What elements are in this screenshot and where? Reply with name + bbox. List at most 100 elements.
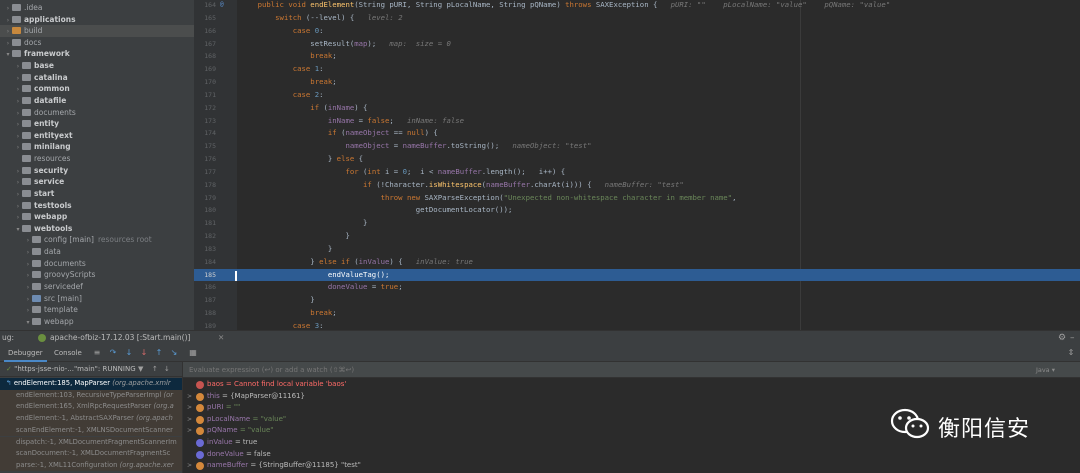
code-line[interactable]: 182 } — [194, 230, 1080, 243]
tree-item[interactable]: ▾ webtools — [0, 223, 194, 235]
code-line[interactable]: 189 case 3: — [194, 320, 1080, 330]
code-line[interactable]: 167 setResult(map); map: size = 0 — [194, 38, 1080, 51]
code-line[interactable]: 166 case 0: — [194, 25, 1080, 38]
tree-item[interactable]: › .idea — [0, 2, 194, 14]
frame-up-icon[interactable]: ↑ — [152, 362, 158, 377]
force-step-into-icon[interactable]: ↓ — [139, 348, 149, 358]
tree-item-label: webtools — [34, 223, 73, 233]
code-line[interactable]: 181 } — [194, 217, 1080, 230]
tree-item[interactable]: › data — [0, 246, 194, 258]
expand-icon[interactable]: > — [187, 425, 195, 437]
code-line[interactable]: 165 switch (--level) { level: 2 — [194, 12, 1080, 25]
tree-item[interactable]: › service — [0, 176, 194, 188]
variable-row[interactable]: baos = Cannot find local variable 'baos' — [183, 379, 1080, 391]
tree-item[interactable]: › src [main] — [0, 293, 194, 305]
variable-row[interactable]: doneValue = false — [183, 449, 1080, 461]
tree-item[interactable]: › minilang — [0, 141, 194, 153]
code-editor[interactable]: 164 @ public void endElement(String pURI,… — [194, 0, 1080, 330]
code-line[interactable]: 187 } — [194, 294, 1080, 307]
expand-icon[interactable]: > — [187, 391, 195, 403]
debug-session-tab[interactable]: apache-ofbiz-17.12.03 [:Start.main()] — [50, 331, 190, 345]
code-line[interactable]: 174 if (nameObject == null) { — [194, 127, 1080, 140]
code-line[interactable]: 164 @ public void endElement(String pURI,… — [194, 0, 1080, 12]
code-token: ; i < — [406, 166, 438, 176]
code-line[interactable]: 175 nameObject = nameBuffer.toString(); … — [194, 140, 1080, 153]
code-line[interactable]: 169 case 1: — [194, 63, 1080, 76]
tree-item[interactable]: › servicedef — [0, 281, 194, 293]
tab-console[interactable]: Console — [50, 344, 86, 362]
thread-selector[interactable]: ✓ "https-jsse-nio-..."main": RUNNING ▼ ↑… — [0, 362, 182, 377]
tree-item[interactable]: › docs — [0, 37, 194, 49]
stack-frame[interactable]: endElement:103, RecursiveTypeParserImpl … — [0, 389, 182, 402]
tree-item[interactable]: › testtools — [0, 200, 194, 212]
code-line[interactable]: 171 case 2: — [194, 89, 1080, 102]
expand-icon[interactable]: > — [187, 460, 195, 472]
language-selector[interactable]: Java ▾ — [1036, 362, 1055, 378]
tree-item[interactable]: › groovyScripts — [0, 269, 194, 281]
code-line[interactable]: 176 } else { — [194, 153, 1080, 166]
filter-icon[interactable]: ▼ — [138, 362, 143, 377]
stack-frame[interactable]: scanDocument:-1, XMLDocumentFragmentSc — [0, 448, 182, 460]
evaluate-icon[interactable]: ▦ — [188, 348, 198, 358]
tree-item[interactable]: › security — [0, 165, 194, 177]
tree-item[interactable]: › catalina — [0, 72, 194, 84]
tree-item[interactable]: › entityext — [0, 130, 194, 142]
close-session-icon[interactable]: ✕ — [218, 331, 224, 345]
run-to-cursor-icon[interactable]: ↘ — [169, 348, 179, 358]
evaluate-expression-input[interactable] — [189, 363, 1009, 377]
tree-item[interactable]: › common — [0, 83, 194, 95]
code-token: (!Character. — [376, 179, 429, 189]
tree-item[interactable]: resources — [0, 153, 194, 165]
code-line[interactable]: 188 break; — [194, 307, 1080, 320]
tree-item[interactable]: ▾ framework — [0, 48, 194, 60]
stack-frame[interactable]: parse:-1, XML11Configuration (org.apache… — [0, 459, 182, 472]
tree-item[interactable]: › build — [0, 25, 194, 37]
show-execution-point-icon[interactable]: ≡ — [92, 348, 102, 358]
tree-item[interactable]: › documents — [0, 107, 194, 119]
code-line[interactable]: 180 getDocumentLocator()); — [194, 204, 1080, 217]
code-line[interactable]: 178 if (!Character.isWhitespace(nameBuff… — [194, 179, 1080, 192]
code-line[interactable]: 177 for (int i = 0; i < nameBuffer.lengt… — [194, 166, 1080, 179]
stack-frame[interactable]: endElement:-1, AbstractSAXParser (org.ap… — [0, 413, 182, 425]
variable-value: = Cannot find local variable 'baos' — [225, 380, 347, 388]
code-line[interactable]: 179 throw new SAXParseException("Unexpec… — [194, 192, 1080, 205]
tree-item[interactable]: › base — [0, 60, 194, 72]
override-marker-icon[interactable]: @ — [220, 0, 230, 12]
layout-icon[interactable]: ⇕ — [1066, 348, 1076, 358]
variable-row[interactable]: > nameBuffer = {StringBuffer@11185} "test… — [183, 460, 1080, 472]
stack-frame[interactable]: scanEndElement:-1, XMLNSDocumentScanner — [0, 424, 182, 437]
code-text: setResult(map); map: size = 0 — [240, 38, 451, 51]
code-line[interactable]: 172 if (inName) { — [194, 102, 1080, 115]
code-line[interactable]: 170 break; — [194, 76, 1080, 89]
code-token: false — [367, 115, 390, 125]
expand-icon[interactable]: > — [187, 402, 195, 414]
tree-item[interactable]: › config [main] resources root — [0, 234, 194, 246]
step-over-icon[interactable]: ↷ — [108, 348, 118, 358]
tree-item[interactable]: › datafile — [0, 95, 194, 107]
tree-item[interactable]: › documents — [0, 258, 194, 270]
tree-item[interactable]: ▾ webapp — [0, 316, 194, 328]
hide-icon[interactable]: – — [1070, 331, 1075, 345]
code-line[interactable]: 168 break; — [194, 50, 1080, 63]
code-line[interactable]: 173 inName = false; inName: false — [194, 115, 1080, 128]
code-line[interactable]: 185 endValueTag(); — [194, 268, 1080, 282]
code-line[interactable]: 184 } else if (inValue) { inValue: true — [194, 256, 1080, 269]
stack-frame[interactable]: dispatch:-1, XMLDocumentFragmentScannerI… — [0, 436, 182, 448]
code-line[interactable]: 186 doneValue = true; — [194, 281, 1080, 294]
step-out-icon[interactable]: ↑ — [154, 348, 164, 358]
tree-item[interactable]: › entity — [0, 118, 194, 130]
stack-frame[interactable]: ↰ endElement:185, MapParser (org.apache.… — [0, 378, 182, 390]
tree-item[interactable]: › webapp — [0, 211, 194, 223]
frame-down-icon[interactable]: ↓ — [164, 362, 170, 377]
stack-frame[interactable]: endElement:165, XmlRpcRequestParser (org… — [0, 401, 182, 413]
tree-item[interactable]: › applications — [0, 14, 194, 26]
tree-item[interactable]: › template — [0, 304, 194, 316]
expand-down-icon[interactable]: ▾ — [24, 317, 32, 329]
step-into-icon[interactable]: ↓ — [124, 348, 134, 358]
expand-icon[interactable]: > — [187, 414, 195, 426]
gear-icon[interactable]: ⚙ — [1058, 331, 1066, 345]
code-line[interactable]: 183 } — [194, 243, 1080, 256]
variable-row[interactable]: > this = {MapParser@11161} — [183, 391, 1080, 403]
tree-item[interactable]: › start — [0, 188, 194, 200]
tab-debugger[interactable]: Debugger — [4, 344, 47, 362]
